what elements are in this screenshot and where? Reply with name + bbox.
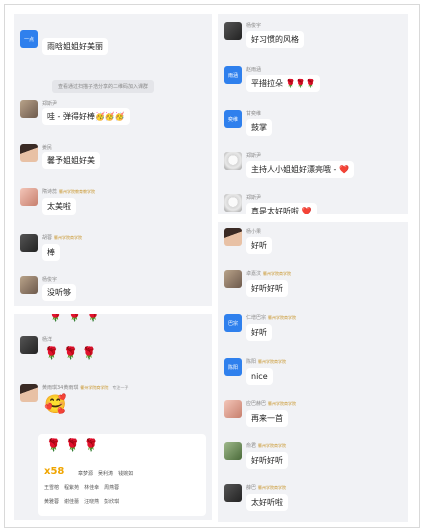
sender-name: 陈阳 衢州学院商学院 (246, 359, 287, 365)
avatar[interactable]: 奕维 (224, 110, 242, 128)
system-notice: 查看通过扫描子浩分享的二维码加入课群 (52, 80, 155, 93)
gift-count: x58 (44, 466, 65, 477)
school-badge: 衢州学院商学院 (258, 359, 287, 364)
avatar[interactable]: 一点 (20, 30, 38, 48)
sender-name: 杨俊宇 (246, 23, 262, 29)
gift-sender-list: 王雪榕 程紫苑 林佳幸 周燕蓉 (44, 485, 120, 491)
chat-panel-3[interactable]: 🌹🌹🌹 杨洋 🌹🌹🌹 黄雨琪34黄雨琪 衢州学院商学院 专注一子 🥰 🌹🌹🌹 x58… (14, 314, 212, 520)
chat-panel-2[interactable]: 杨俊宇 好习惯的风格 雨涵 赵雨涵 平措拉朵 🌹🌹🌹 奕维 甘奕维 鼓掌 郑斯尹… (218, 14, 408, 214)
sender-name: 隋诗蕊 衢州学院教育教学院 (42, 189, 96, 195)
status-note: 专注一子 (112, 385, 129, 390)
school-badge: 衢州学院商学院 (268, 315, 297, 320)
avatar[interactable] (224, 400, 242, 418)
sender-name: 郑斯尹 (42, 101, 58, 107)
gift-sender-list: 黄雅蓉 谢佳蕾 汪晓燕 彭欣琪 (44, 499, 120, 505)
sender-name: 薛巴 衢州学院商学院 (246, 485, 287, 491)
message-bubble[interactable]: 棒 (42, 244, 60, 261)
sender-name: 杨洋 (42, 337, 53, 343)
sender-name: 杨小果 (246, 229, 262, 235)
flower-emoji-row: 🌹🌹🌹 (46, 438, 103, 452)
sender-name: 胡蓉 衢州学院商学院 (42, 235, 83, 241)
avatar[interactable] (224, 484, 242, 502)
avatar[interactable]: 雨涵 (224, 66, 242, 84)
avatar[interactable]: 陈阳 (224, 358, 242, 376)
avatar[interactable] (224, 228, 242, 246)
message-bubble[interactable]: 馨予姐姐好美 (42, 152, 100, 169)
sender-name: 赵雨涵 (246, 67, 262, 73)
sender-name: 卓嘉汶 衢州学院商学院 (246, 271, 292, 277)
sender-name: 甘奕维 (246, 111, 262, 117)
message-bubble[interactable]: 太美啦 (42, 198, 76, 215)
school-badge: 衢州学院商学院 (258, 485, 287, 490)
message-bubble[interactable]: 鼓掌 (246, 119, 272, 136)
message-bubble[interactable]: 好习惯的风格 (246, 31, 304, 48)
school-badge: 衢州学院商学院 (258, 443, 287, 448)
message-bubble[interactable]: nice (246, 368, 273, 385)
message-bubble[interactable]: 哇 - 弹得好棒🥳🥳🥳 (42, 108, 130, 125)
sender-name: 郑斯尹 (246, 153, 262, 159)
avatar[interactable] (20, 276, 38, 294)
message-bubble[interactable]: 雨晗姐姐好美丽 (42, 38, 108, 55)
message-bubble[interactable]: 平措拉朵 🌹🌹🌹 (246, 75, 321, 92)
avatar[interactable] (224, 194, 242, 212)
flower-emoji-row: 🌹🌹🌹 (48, 314, 105, 322)
sender-name: 俞君 衢州学院商学院 (246, 443, 287, 449)
flower-emoji-row[interactable]: 🌹🌹🌹 (44, 346, 101, 360)
school-badge: 衢州学院商学院 (54, 235, 83, 240)
sender-name: 姜民 (42, 145, 53, 151)
chat-panel-1[interactable]: 一点 雨晗姐姐好美丽 查看通过扫描子浩分享的二维码加入课群 郑斯尹 哇 - 弹得… (14, 14, 212, 306)
message-bubble[interactable]: 好听好听 (246, 452, 288, 469)
sender-name: 黄雨琪34黄雨琪 衢州学院商学院 专注一子 (42, 385, 129, 391)
message-bubble[interactable]: 好听 (246, 324, 272, 341)
avatar[interactable]: 巴宗 (224, 314, 242, 332)
gift-card[interactable]: 🌹🌹🌹 x58 章梦源 吴利涛 钱婉如 王雪榕 程紫苑 林佳幸 周燕蓉 黄雅蓉 … (38, 434, 206, 516)
sender-name: 应巴赫巴 衢州学院商学院 (246, 401, 297, 407)
school-badge: 衢州学院商学院 (80, 385, 109, 390)
school-badge: 衢州学院商学院 (263, 271, 292, 276)
sender-name: 仁增巴宗 衢州学院商学院 (246, 315, 297, 321)
message-bubble[interactable]: 真是太好听啦 ❤️ (246, 203, 317, 214)
avatar[interactable] (224, 442, 242, 460)
message-bubble[interactable]: 太好听啦 (246, 494, 288, 511)
message-bubble[interactable]: 没听够 (42, 284, 76, 301)
avatar[interactable] (224, 152, 242, 170)
avatar[interactable] (20, 234, 38, 252)
sender-name: 杨俊宇 (42, 277, 58, 283)
avatar[interactable] (20, 384, 38, 402)
message-bubble[interactable]: 再来一首 (246, 410, 288, 427)
avatar[interactable] (20, 336, 38, 354)
school-badge: 衢州学院商学院 (268, 401, 297, 406)
gift-sender-list: 章梦源 吴利涛 钱婉如 (78, 471, 134, 477)
avatar[interactable] (20, 188, 38, 206)
avatar[interactable] (224, 270, 242, 288)
message-bubble[interactable]: 主持人小姐姐好漂亮哦 - ❤️ (246, 161, 354, 178)
school-badge: 衢州学院教育教学院 (59, 189, 96, 194)
chat-panel-4[interactable]: 杨小果 好听 卓嘉汶 衢州学院商学院 好听好听 巴宗 仁增巴宗 衢州学院商学院 好听… (218, 222, 408, 522)
heart-hands-emoji: 🥰 (44, 394, 67, 415)
avatar[interactable] (20, 144, 38, 162)
message-bubble[interactable]: 好听好听 (246, 280, 288, 297)
message-bubble[interactable]: 好听 (246, 237, 272, 254)
avatar[interactable] (224, 22, 242, 40)
avatar[interactable] (20, 100, 38, 118)
sender-name: 郑斯尹 (246, 195, 262, 201)
